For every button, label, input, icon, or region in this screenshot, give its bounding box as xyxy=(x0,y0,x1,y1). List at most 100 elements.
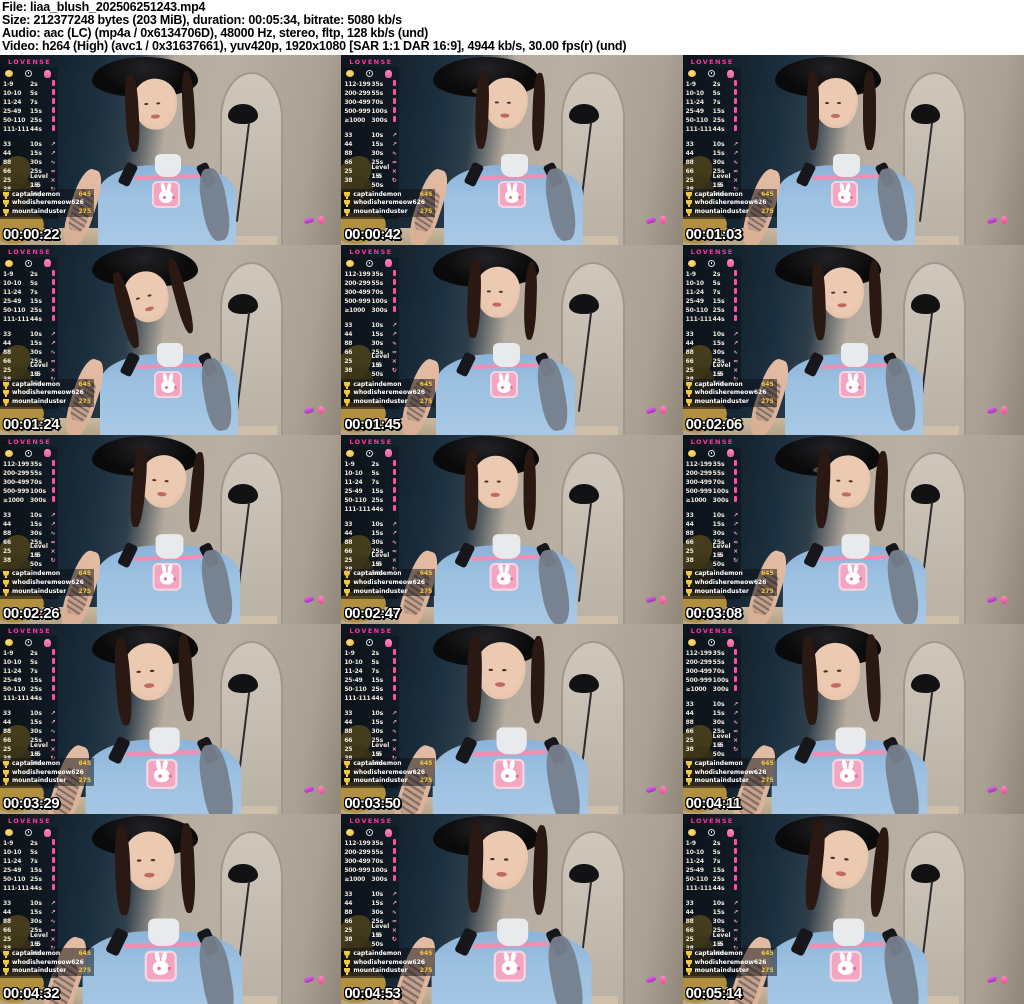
tip-amount: 111-111 xyxy=(3,315,30,323)
eyes xyxy=(143,102,148,106)
tip-menu-row: 33 10s ↗ xyxy=(344,131,399,140)
tip-menu-row: 38 15-50s ↻ xyxy=(344,173,399,189)
tipper-name: mountainduster xyxy=(353,967,408,975)
tip-amount: 25 xyxy=(344,357,353,365)
tip-amount: 10-10 xyxy=(3,849,22,857)
lips xyxy=(841,492,852,498)
tip-amount: 88 xyxy=(685,159,694,166)
hair-strand xyxy=(863,71,876,151)
toy-level-bar xyxy=(51,305,55,312)
tip-duration: 30s xyxy=(712,529,725,537)
tip-amount: 33 xyxy=(3,141,11,148)
toy-icon xyxy=(385,449,393,458)
tip-menu-rows: 112-199 35s 200-299 55s 300-499 70s 500-999 100… xyxy=(344,269,399,378)
lovense-logo: LOVENSE xyxy=(349,627,393,636)
tip-duration: 10s xyxy=(712,900,725,908)
vibration-pattern-icon: ≈ xyxy=(50,737,56,745)
toy-level-icon xyxy=(390,468,398,478)
vibration-pattern-icon: ≈ xyxy=(50,538,56,546)
tip-amount: 50-110 xyxy=(344,686,367,694)
tipper-name: captaindemon xyxy=(694,570,743,578)
tipper-score: 645 xyxy=(761,380,774,388)
toy-level-bar xyxy=(51,89,55,95)
person xyxy=(722,814,939,1004)
tip-menu-row: 112-199 35s xyxy=(344,80,399,89)
tip-amount: 111-111 xyxy=(3,885,30,893)
frame-timestamp: 00:02:26 xyxy=(3,605,60,623)
tipper-score: 275 xyxy=(78,587,91,595)
tip-menu-row: 88 30s ∿ xyxy=(344,727,399,736)
toy-level-icon xyxy=(732,486,740,496)
coin-icon xyxy=(5,70,13,77)
toy-icon xyxy=(44,828,51,837)
tip-duration: 7s xyxy=(371,668,380,676)
vibration-pattern-icon: ↗ xyxy=(50,710,56,718)
toy-level-bar xyxy=(51,884,55,891)
tipper-name: captaindemon xyxy=(12,760,61,768)
top-tipper-row: whodisheremeow626 xyxy=(3,199,91,208)
tipper-score: 275 xyxy=(419,587,433,595)
tip-duration: 7s xyxy=(712,99,721,106)
top-tipper-row: captaindemon 645 xyxy=(685,759,774,769)
toy-level-icon xyxy=(732,125,740,134)
tip-duration: 15s xyxy=(371,487,384,495)
tip-amount: 50-110 xyxy=(3,686,26,694)
top-tipper-row: whodisheremeow626 xyxy=(344,199,432,208)
trophy-icon xyxy=(3,950,9,958)
toy-level-bar xyxy=(392,504,396,511)
tip-duration: 15s xyxy=(30,520,42,528)
frame-timestamp: 00:04:53 xyxy=(344,984,401,1002)
top-tipper-row: mountainduster 275 xyxy=(3,966,91,976)
tip-menu-rows: 1-9 2s 10-10 5s 11-24 7s 25-49 15s 50-110 25s 111-… xyxy=(3,80,58,198)
tipper-name: captaindemon xyxy=(353,570,402,578)
tip-duration: 10s xyxy=(30,511,42,519)
tip-amount: 25-49 xyxy=(3,108,22,115)
tip-menu-row: 50-110 25s xyxy=(686,305,741,315)
video-frame: 112-199 35s 200-299 55s 300-499 70s 500-999 100… xyxy=(341,55,683,245)
trophy-icon xyxy=(3,398,9,406)
tip-menu-row: 33 10s ↗ xyxy=(3,140,58,149)
tip-duration: 15s xyxy=(30,677,42,685)
toy-icon xyxy=(726,828,734,837)
tip-menu-row: 1-9 2s xyxy=(344,459,399,469)
tip-menu-header xyxy=(344,827,399,838)
toy-level-bar xyxy=(734,884,738,891)
tip-menu-row: 200-299 55s xyxy=(344,848,399,857)
toy-level-icon xyxy=(49,676,57,685)
tip-duration: 15s xyxy=(30,108,42,115)
toy-level-bar xyxy=(51,866,55,873)
tip-amount: 44 xyxy=(685,150,694,157)
tip-amount: 33 xyxy=(3,900,11,908)
top-tipper-row: whodisheremeow626 xyxy=(685,199,774,208)
top-tipper-row: captaindemon 645 xyxy=(344,190,432,199)
video-frame: 1-9 2s 10-10 5s 11-24 7s 25-49 15s 50-110 25s 111-… xyxy=(0,814,342,1004)
top-tipper-row: mountainduster 275 xyxy=(3,777,91,786)
tip-duration: 35s xyxy=(712,460,725,468)
trophy-icon xyxy=(3,381,9,389)
toy-level-icon xyxy=(390,107,398,116)
clock-icon xyxy=(366,259,374,267)
toy-icon xyxy=(659,595,666,604)
coin-icon xyxy=(687,449,696,457)
toy-level-bar xyxy=(392,116,396,122)
tip-duration: 10s xyxy=(30,141,42,148)
tip-menu-row: 88 30s ∿ xyxy=(686,718,741,727)
toy-level-bar xyxy=(51,495,55,502)
tipper-name: captaindemon xyxy=(353,760,402,768)
file-metadata-header: File: liaa_blush_202506251243.mp4 Size: … xyxy=(0,0,1024,55)
top-tipper-row: captaindemon 645 xyxy=(685,380,774,389)
tip-duration: 15s xyxy=(30,719,42,727)
tip-amount: 25 xyxy=(3,547,11,555)
toy-level-icon xyxy=(49,107,57,116)
toy-level-icon xyxy=(49,116,57,125)
tip-amount: 112-199 xyxy=(344,840,371,848)
tipper-score: 645 xyxy=(419,190,433,198)
tip-amount: 66 xyxy=(3,737,11,745)
tipper-score: 275 xyxy=(761,397,774,405)
toy-icon xyxy=(726,449,734,458)
toy-level-bar xyxy=(734,269,738,276)
vibration-pattern-icon: ∿ xyxy=(50,348,56,356)
trophy-icon xyxy=(344,778,351,786)
tip-menu-row: 1-9 2s xyxy=(344,649,399,658)
tip-duration: 30s xyxy=(30,728,42,736)
